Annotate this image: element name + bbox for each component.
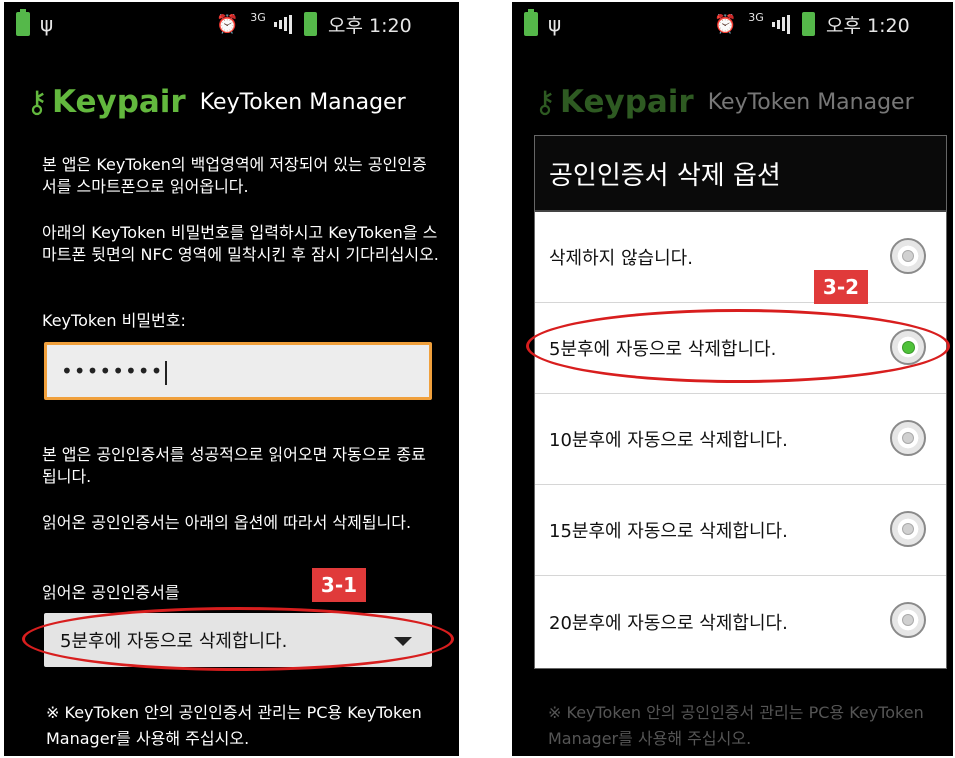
keypair-logo: Keypair (559, 84, 694, 120)
delete-option-spinner[interactable]: 5분후에 자동으로 삭제합니다. (44, 613, 432, 667)
radio-button[interactable] (890, 602, 926, 638)
dialog-title: 공인인증서 삭제 옵션 (535, 136, 946, 212)
battery-charging-icon (16, 9, 30, 36)
delete-option-dialog: 공인인증서 삭제 옵션 삭제하지 않습니다. 5분후에 자동으로 삭제합니다. … (534, 135, 947, 669)
alarm-icon: ⏰ (216, 13, 239, 35)
radio-button-checked[interactable] (890, 329, 926, 365)
phone-screen-right: ψ ⏰ 3G 오후 1:20 ⚷ Keypair KeyToken Manage… (512, 2, 953, 756)
battery-icon (802, 12, 815, 36)
text-caret (165, 360, 168, 385)
option-delete-20min[interactable]: 20분후에 자동으로 삭제합니다. (535, 576, 946, 667)
option-delete-10min[interactable]: 10분후에 자동으로 삭제합니다. (535, 394, 946, 485)
alarm-icon: ⏰ (714, 13, 737, 35)
status-bar: ψ ⏰ 3G 오후 1:20 (512, 2, 953, 46)
dropdown-arrow-icon (394, 637, 412, 646)
intro-text: 본 앱은 KeyToken의 백업영역에 저장되어 있는 공인인증서를 스마트폰… (42, 155, 427, 196)
step-badge-3-1: 3-1 (312, 568, 366, 602)
delete-note: 읽어온 공인인증서는 아래의 옵션에 따라서 삭제됩니다. (42, 513, 412, 532)
password-input[interactable]: •••••••• (44, 342, 432, 400)
signal-icon (772, 12, 790, 36)
option-label: 5분후에 자동으로 삭제합니다. (549, 339, 777, 360)
option-delete-5min[interactable]: 5분후에 자동으로 삭제합니다. (535, 303, 946, 394)
auto-close-note: 본 앱은 공인인증서를 성공적으로 읽어오면 자동으로 종료됩니다. (42, 445, 426, 486)
clock: 오후 1:20 (328, 14, 412, 37)
usb-icon: ψ (40, 12, 54, 36)
signal-icon (274, 12, 292, 36)
option-delete-15min[interactable]: 15분후에 자동으로 삭제합니다. (535, 485, 946, 576)
status-bar: ψ ⏰ 3G 오후 1:20 (4, 2, 459, 46)
app-title: KeyToken Manager (707, 89, 914, 115)
radio-button[interactable] (890, 238, 926, 274)
option-label: 읽어온 공인인증서를 (42, 583, 180, 602)
clock: 오후 1:20 (826, 14, 910, 37)
network-type-icon: 3G (250, 11, 266, 24)
option-no-delete[interactable]: 삭제하지 않습니다. (535, 212, 946, 303)
network-type-icon: 3G (748, 11, 764, 24)
radio-dot-icon (902, 250, 914, 262)
radio-dot-icon (901, 340, 915, 354)
keypair-logo: Keypair (51, 84, 186, 120)
keypair-logo-icon: ⚷ (534, 84, 556, 120)
usb-icon: ψ (548, 12, 562, 36)
option-label: 삭제하지 않습니다. (549, 248, 693, 269)
footer-note: ※ KeyToken 안의 공인인증서 관리는 PC용 KeyToken Man… (46, 703, 422, 748)
password-label: KeyToken 비밀번호: (42, 311, 186, 330)
spinner-selected-value: 5분후에 자동으로 삭제합니다. (60, 631, 288, 652)
password-value: •••••••• (61, 359, 164, 383)
step-badge-3-2: 3-2 (814, 270, 868, 304)
instructions-text: 아래의 KeyToken 비밀번호를 입력하시고 KeyToken을 스마트폰 … (42, 223, 439, 264)
option-label: 10분후에 자동으로 삭제합니다. (549, 430, 788, 451)
battery-charging-icon (524, 9, 538, 36)
option-label: 15분후에 자동으로 삭제합니다. (549, 521, 788, 542)
footer-note: ※ KeyToken 안의 공인인증서 관리는 PC용 KeyToken Man… (548, 703, 924, 748)
option-label: 20분후에 자동으로 삭제합니다. (549, 612, 788, 634)
radio-dot-icon (902, 432, 914, 444)
radio-dot-icon (902, 614, 914, 626)
app-title: KeyToken Manager (199, 89, 406, 115)
radio-dot-icon (902, 523, 914, 535)
battery-icon (304, 12, 317, 36)
app-header: ⚷ Keypair KeyToken Manager (4, 80, 459, 124)
keypair-logo-icon: ⚷ (26, 84, 48, 120)
app-header: ⚷ Keypair KeyToken Manager (512, 80, 953, 124)
radio-button[interactable] (890, 420, 926, 456)
phone-screen-left: ψ ⏰ 3G 오후 1:20 ⚷ Keypair KeyToken Manage… (4, 2, 459, 756)
radio-button[interactable] (890, 511, 926, 547)
